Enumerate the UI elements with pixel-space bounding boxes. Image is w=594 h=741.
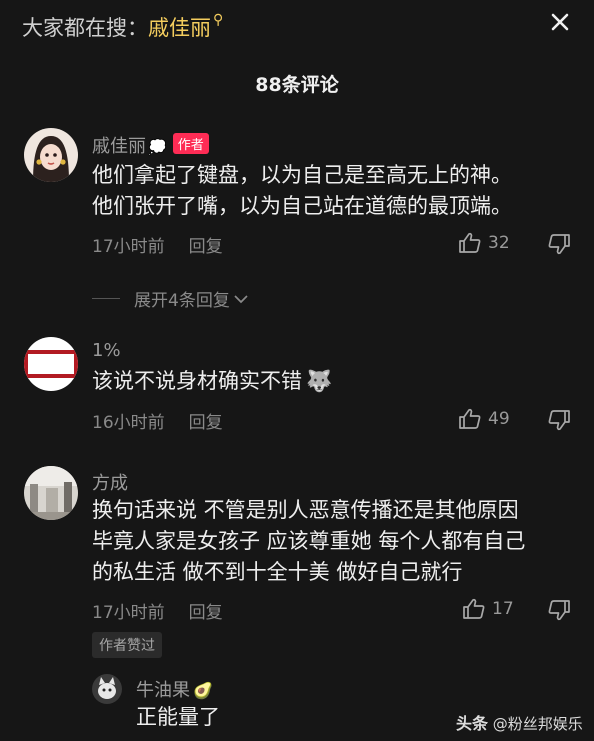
avatar-image [24, 337, 78, 391]
reply-button[interactable]: 回复 [189, 413, 223, 433]
avatar-image [24, 466, 78, 520]
reply-button[interactable]: 回复 [189, 603, 223, 623]
expand-replies-button[interactable]: 展开4条回复 [92, 286, 249, 311]
watermark-brand: 头条 [456, 714, 489, 733]
username-text[interactable]: 戚佳丽 [92, 136, 146, 157]
timestamp: 17小时前 [92, 237, 165, 257]
watermark-handle: @粉丝邦娱乐 [492, 715, 583, 733]
like-button[interactable]: 49 [458, 408, 510, 430]
thought-bubble-icon: 💭 [148, 138, 167, 156]
comment-meta: 17小时前 回复 [92, 232, 223, 257]
comment-text: 他们拿起了键盘，以为自己是至高无上的神。 他们张开了嘴，以为自己站在道德的最顶端… [92, 160, 512, 222]
comment-count: 88条评论 [255, 74, 339, 96]
watermark: 头条 @粉丝邦娱乐 [456, 710, 583, 734]
avatar[interactable] [24, 128, 78, 182]
timestamp: 16小时前 [92, 413, 165, 433]
search-icon: ⚲ [213, 12, 224, 28]
close-button[interactable] [544, 6, 576, 38]
comment-line: 该说不说身材确实不错 [92, 369, 302, 393]
comment-meta: 17小时前 回复 [92, 598, 223, 623]
thumbs-up-icon [463, 598, 485, 619]
chevron-down-icon [234, 294, 248, 303]
reply-text: 正能量了 [136, 705, 220, 729]
wolf-emoji-icon: 🐺 [306, 369, 333, 393]
avatar-image [24, 128, 78, 182]
divider [92, 298, 120, 299]
thumbs-up-icon [459, 232, 481, 253]
comment-username[interactable]: 方成 [92, 469, 128, 495]
like-button[interactable]: 17 [462, 598, 514, 620]
dislike-button[interactable] [547, 599, 573, 623]
dislike-button[interactable] [547, 233, 573, 257]
username-text[interactable]: 牛油果 [136, 680, 190, 701]
dislike-button[interactable] [547, 409, 573, 433]
author-badge: 作者 [172, 133, 209, 154]
comment-text: 该说不说身材确实不错 🐺 [92, 366, 332, 397]
comment-line: 换句话来说 不管是别人恶意传播还是其他原因 [92, 498, 519, 522]
reply-button[interactable]: 回复 [189, 237, 223, 257]
thumbs-down-icon [548, 410, 570, 431]
close-icon [551, 13, 569, 31]
comment-meta: 16小时前 回复 [92, 408, 223, 433]
thumbs-down-icon [548, 234, 570, 255]
like-count: 17 [492, 599, 514, 619]
expand-replies-label: 展开4条回复 [134, 291, 230, 311]
author-liked-badge: 作者赞过 [92, 632, 162, 658]
avatar[interactable] [92, 674, 122, 704]
comment-text: 换句话来说 不管是别人恶意传播还是其他原因 毕竟人家是女孩子 应该尊重她 每个人… [92, 495, 525, 588]
timestamp: 17小时前 [92, 603, 165, 623]
search-prefix: 大家都在搜： [22, 16, 148, 40]
comment-line: 他们拿起了键盘，以为自己是至高无上的神。 [92, 163, 512, 187]
avocado-icon: 🥑 [193, 681, 213, 700]
comment-line: 他们张开了嘴，以为自己站在道德的最顶端。 [92, 194, 512, 218]
search-term[interactable]: 戚佳丽 [148, 16, 211, 40]
search-suggestion[interactable]: 大家都在搜：戚佳丽 ⚲ [22, 12, 223, 42]
avatar[interactable] [24, 337, 78, 391]
comment-username[interactable]: 1% [92, 340, 121, 361]
like-button[interactable]: 32 [458, 232, 510, 254]
reply-username[interactable]: 牛油果 🥑 [136, 676, 213, 702]
avatar-image [92, 674, 122, 704]
comment-line: 的私生活 做不到十全十美 做好自己就行 [92, 560, 463, 584]
like-count: 32 [488, 233, 510, 253]
avatar[interactable] [24, 466, 78, 520]
comment-username[interactable]: 戚佳丽 💭 作者 [92, 132, 209, 158]
like-count: 49 [488, 409, 510, 429]
thumbs-up-icon [459, 408, 481, 429]
thumbs-down-icon [548, 600, 570, 621]
comment-line: 毕竟人家是女孩子 应该尊重她 每个人都有自己 [92, 529, 526, 553]
